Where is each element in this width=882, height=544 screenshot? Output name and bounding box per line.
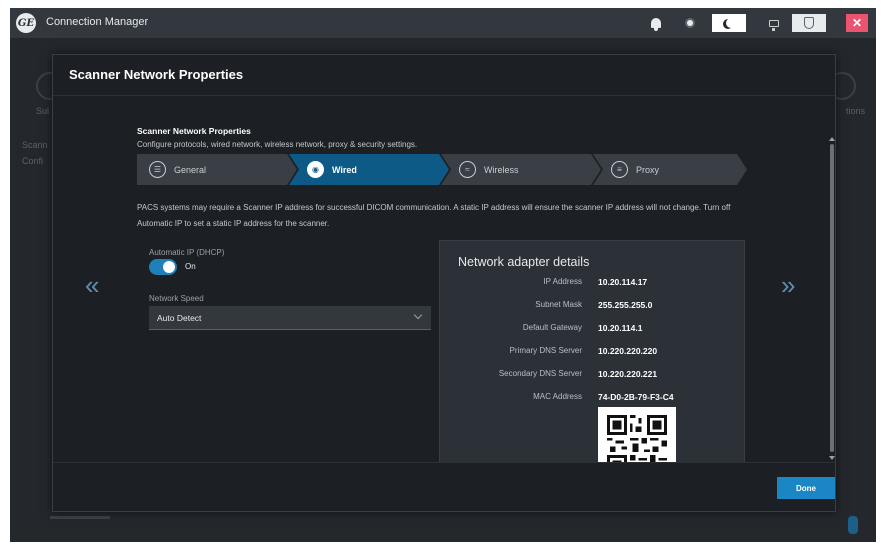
mac-address-label: MAC Address bbox=[533, 392, 582, 401]
scrollbar[interactable] bbox=[830, 144, 834, 452]
network-adapter-card: Network adapter details IP Address 10.20… bbox=[439, 240, 745, 462]
chevron-down-icon bbox=[413, 310, 423, 320]
shield-icon[interactable] bbox=[792, 14, 826, 32]
automatic-ip-toggle[interactable] bbox=[149, 259, 177, 275]
next-arrow-icon[interactable]: » bbox=[781, 272, 795, 298]
info-text: PACS systems may require a Scanner IP ad… bbox=[137, 203, 731, 228]
step-label: General bbox=[174, 164, 207, 175]
stepper: ☰ General ◉ Wired ≈ Wireless ≡ Proxy bbox=[137, 154, 747, 185]
app-title: Connection Manager bbox=[46, 16, 149, 28]
dialog-content[interactable]: Scanner Network Properties Configure pro… bbox=[53, 96, 835, 462]
step-label: Proxy bbox=[636, 164, 660, 175]
automatic-ip-label: Automatic IP (DHCP) bbox=[149, 248, 225, 257]
secondary-dns-label: Secondary DNS Server bbox=[498, 369, 582, 378]
primary-dns-value: 10.220.220.220 bbox=[598, 346, 658, 356]
default-gateway-value: 10.20.114.1 bbox=[598, 323, 643, 333]
dialog-footer: Done bbox=[53, 462, 835, 512]
step-wired[interactable]: ◉ Wired bbox=[289, 154, 449, 185]
network-speed-label: Network Speed bbox=[149, 294, 204, 303]
card-title: Network adapter details bbox=[458, 255, 590, 269]
background-pill-icon bbox=[848, 516, 858, 534]
mac-address-value: 74-D0-2B-79-F3-C4 bbox=[598, 392, 674, 402]
ge-logo: GE bbox=[16, 13, 36, 33]
done-button[interactable]: Done bbox=[777, 477, 835, 499]
background-label: Confi bbox=[22, 156, 44, 166]
close-icon[interactable]: ✕ bbox=[846, 14, 868, 32]
bell-icon[interactable] bbox=[648, 14, 664, 32]
step-label: Wireless bbox=[484, 164, 519, 175]
qr-code-icon bbox=[598, 407, 676, 462]
subnet-mask-value: 255.255.255.0 bbox=[598, 300, 653, 310]
step-label: Wired bbox=[332, 164, 357, 175]
network-speed-value: Auto Detect bbox=[157, 312, 202, 323]
list-icon: ☰ bbox=[149, 161, 166, 178]
section-subtitle: Configure protocols, wired network, wire… bbox=[137, 140, 418, 149]
ip-address-label: IP Address bbox=[543, 277, 582, 286]
network-speed-select[interactable]: Auto Detect bbox=[149, 306, 431, 330]
title-bar: GE Connection Manager ✕ bbox=[10, 8, 876, 38]
default-gateway-label: Default Gateway bbox=[522, 323, 582, 332]
sun-icon[interactable] bbox=[682, 14, 698, 32]
subnet-mask-label: Subnet Mask bbox=[535, 300, 582, 309]
step-wireless[interactable]: ≈ Wireless bbox=[441, 154, 601, 185]
toggle-state-text: On bbox=[185, 262, 196, 271]
scanner-network-properties-dialog: Scanner Network Properties Scanner Netwo… bbox=[52, 54, 836, 512]
section-title: Scanner Network Properties bbox=[137, 126, 251, 136]
step-proxy[interactable]: ≡ Proxy bbox=[593, 154, 747, 185]
server-icon: ≡ bbox=[611, 161, 628, 178]
secondary-dns-value: 10.220.220.221 bbox=[598, 369, 658, 379]
background-label: tions bbox=[846, 106, 866, 116]
scroll-down-icon[interactable] bbox=[829, 456, 835, 460]
primary-dns-label: Primary DNS Server bbox=[509, 346, 582, 355]
ip-address-value: 10.20.114.17 bbox=[598, 277, 648, 287]
wireless-icon: ≈ bbox=[459, 161, 476, 178]
globe-icon: ◉ bbox=[307, 161, 324, 178]
background-label: Sul bbox=[36, 106, 50, 116]
background-bar bbox=[50, 516, 110, 519]
step-general[interactable]: ☰ General bbox=[137, 154, 297, 185]
screen: GE Connection Manager ✕ Sul Scann Confi … bbox=[10, 8, 876, 542]
previous-arrow-icon[interactable]: « bbox=[85, 272, 99, 298]
dialog-title: Scanner Network Properties bbox=[69, 67, 244, 82]
moon-icon[interactable] bbox=[712, 14, 746, 32]
background-label: Scann bbox=[22, 140, 48, 150]
monitor-icon[interactable] bbox=[766, 14, 782, 32]
scroll-up-icon[interactable] bbox=[829, 137, 835, 141]
